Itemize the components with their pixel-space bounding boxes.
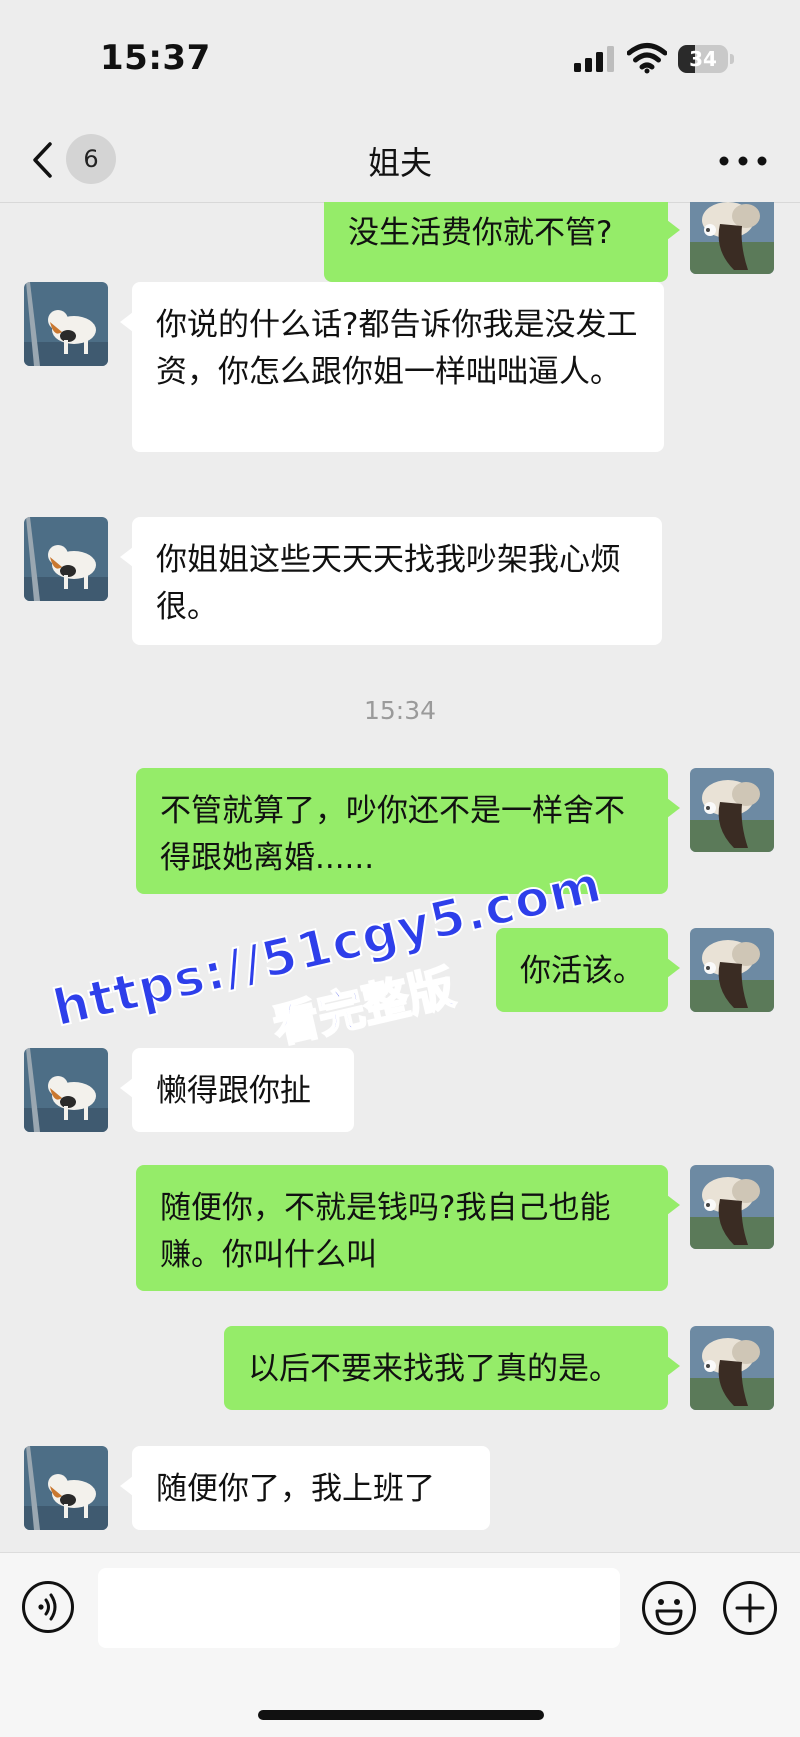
message-bubble[interactable]: 随便你了，我上班了 [120,1446,490,1530]
status-time: 15:37 [100,38,211,78]
back-button[interactable]: 6 [30,134,120,186]
message-list[interactable]: 没生活费你就不管? 你说的什么话?都告诉你我是没发工资，你怎么跟你姐一样咄咄逼人… [0,202,800,1552]
plus-icon[interactable] [722,1580,778,1636]
message-bubble[interactable]: 你活该。 [496,928,680,1012]
chevron-left-icon [33,142,52,178]
wifi-icon [627,43,667,74]
message-bubble[interactable]: 你姐姐这些天天天找我吵架我心烦很。 [120,517,662,645]
message-timestamp: 15:34 [363,696,437,725]
contact-avatar[interactable] [24,517,108,601]
status-bar: 15:37 34 [0,0,800,120]
home-indicator [258,1710,544,1720]
message-bubble[interactable]: 不管就算了，吵你还不是一样舍不得跟她离婚...... [136,768,680,894]
input-bar [0,1552,800,1737]
message-input[interactable] [98,1568,620,1648]
my-avatar[interactable] [690,202,774,274]
contact-avatar[interactable] [24,1048,108,1132]
battery-icon: 34 [678,45,736,73]
chat-title: 姐夫 [367,144,432,182]
voice-input-icon[interactable] [21,1580,75,1634]
message-bubble[interactable]: 随便你，不就是钱吗?我自己也能赚。你叫什么叫 [136,1165,680,1291]
contact-avatar[interactable] [24,282,108,366]
message-bubble[interactable]: 你说的什么话?都告诉你我是没发工资，你怎么跟你姐一样咄咄逼人。 [120,282,664,452]
my-avatar[interactable] [690,1326,774,1410]
more-options-icon[interactable] [718,150,768,172]
battery-percent: 34 [689,47,717,71]
emoji-icon[interactable] [641,1580,697,1636]
contact-avatar[interactable] [24,1446,108,1530]
message-bubble[interactable]: 以后不要来找我了真的是。 [224,1326,680,1410]
my-avatar[interactable] [690,768,774,852]
cellular-signal-icon [574,46,614,72]
unread-count-badge: 6 [66,134,116,184]
message-bubble[interactable]: 懒得跟你扯 [120,1048,354,1132]
my-avatar[interactable] [690,928,774,1012]
message-bubble[interactable]: 没生活费你就不管? [324,202,680,282]
my-avatar[interactable] [690,1165,774,1249]
chat-header: 6 姐夫 [0,120,800,203]
